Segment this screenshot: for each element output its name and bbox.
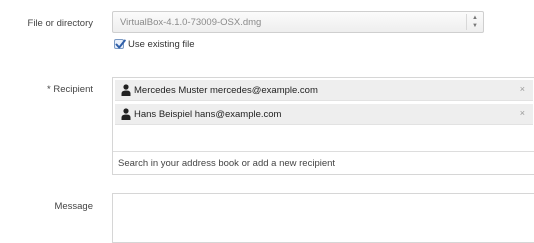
- close-icon[interactable]: ×: [520, 84, 525, 94]
- recipient-search-input[interactable]: Search in your address book or add a new…: [113, 151, 534, 174]
- message-textarea[interactable]: [112, 193, 534, 243]
- recipient-chip-text: Mercedes Muster mercedes@example.com: [134, 85, 318, 96]
- recipient-label: * Recipient: [47, 84, 93, 95]
- person-icon: [121, 84, 131, 96]
- recipient-box[interactable]: Mercedes Muster mercedes@example.com × H…: [112, 77, 534, 175]
- updown-arrows-icon: ▲ ▼: [466, 14, 483, 30]
- message-label: Message: [54, 201, 93, 212]
- person-icon: [121, 108, 131, 120]
- use-existing-file-checkbox[interactable]: [114, 39, 126, 49]
- use-existing-file-label: Use existing file: [128, 39, 195, 50]
- recipient-search-placeholder: Search in your address book or add a new…: [118, 158, 336, 169]
- recipient-chip-text: Hans Beispiel hans@example.com: [134, 109, 282, 120]
- file-select[interactable]: VirtualBox-4.1.0-73009-OSX.dmg ▲ ▼: [112, 11, 484, 33]
- recipient-chip[interactable]: Hans Beispiel hans@example.com ×: [115, 104, 533, 125]
- close-icon[interactable]: ×: [520, 108, 525, 118]
- recipient-chip[interactable]: Mercedes Muster mercedes@example.com ×: [115, 80, 533, 101]
- file-or-directory-label: File or directory: [27, 18, 93, 29]
- checkmark-icon: [115, 39, 126, 49]
- file-select-value: VirtualBox-4.1.0-73009-OSX.dmg: [120, 17, 262, 28]
